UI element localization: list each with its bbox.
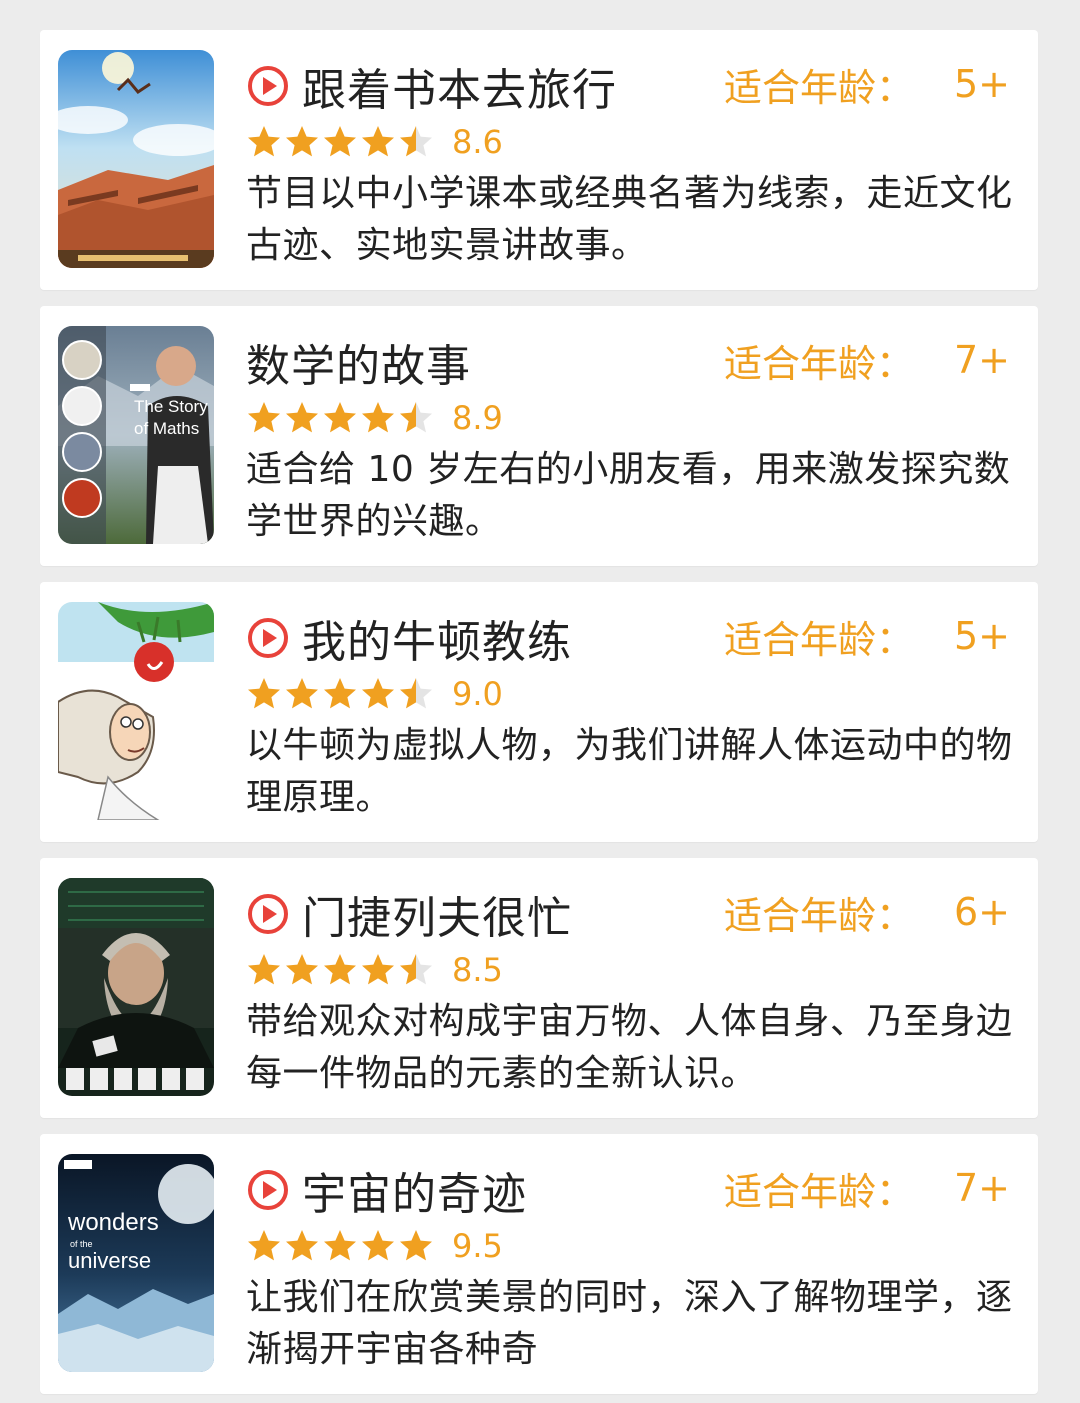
star-half-icon [400, 126, 432, 157]
star-rating [246, 124, 436, 160]
show-description: 以牛顿为虚拟人物，为我们讲解人体运动中的物理原理。 [246, 725, 1013, 818]
star-full-icon [324, 126, 356, 157]
age-value: 7+ [953, 338, 1010, 382]
show-title[interactable]: 宇宙的奇迹 [302, 1158, 527, 1222]
poster-image-maths: The Story of Maths [58, 326, 214, 544]
star-full-icon [248, 954, 280, 985]
poster-title-line1: The Story [134, 397, 208, 416]
text-fade-overlay [630, 1322, 1038, 1374]
star-full-icon [324, 402, 356, 433]
age-value: 6+ [953, 890, 1010, 934]
recommendation-list: 跟着书本去旅行 适合年龄： 5+ 8.6 节目以中小学课本或经典名著为线索，走近… [0, 0, 1080, 1403]
show-description: 带给观众对构成宇宙万物、人体自身、乃至身边每一件物品的元素的全新认识。 [246, 1001, 1013, 1094]
rating-row: 8.5 [246, 948, 503, 992]
star-half-icon [400, 954, 432, 985]
rating-score: 8.9 [452, 399, 503, 437]
play-icon[interactable] [246, 616, 290, 660]
show-card[interactable]: wonders of the universe 宇宙的奇迹 适合年龄： 7+ 9… [40, 1134, 1038, 1394]
age-label: 适合年龄： [723, 617, 914, 662]
rating-row: 9.5 [246, 1224, 503, 1268]
poster-image-wonders: wonders of the universe [58, 1154, 214, 1372]
star-rating [246, 676, 436, 712]
star-full-icon [248, 1230, 280, 1261]
star-full-icon [286, 954, 318, 985]
star-full-icon [362, 402, 394, 433]
star-full-icon [286, 678, 318, 709]
age-value: 5+ [953, 614, 1010, 658]
star-full-icon [286, 126, 318, 157]
title-row: 跟着书本去旅行 [246, 58, 617, 116]
show-poster[interactable]: wonders of the universe [58, 1154, 214, 1372]
rating-row: 8.9 [246, 396, 503, 440]
title-row: 宇宙的奇迹 [246, 1162, 527, 1220]
age-rating: 适合年龄： 7+ [724, 336, 1010, 386]
star-full-icon [248, 402, 280, 433]
play-icon[interactable] [246, 1168, 290, 1212]
age-label: 适合年龄： [723, 341, 914, 386]
star-full-icon [362, 678, 394, 709]
show-title[interactable]: 我的牛顿教练 [302, 606, 572, 670]
show-poster[interactable]: The Story of Maths [58, 326, 214, 544]
star-rating [246, 400, 436, 436]
poster-title-line2: of Maths [134, 419, 199, 438]
show-card[interactable]: 门捷列夫很忙 适合年龄： 6+ 8.5 带给观众对构成宇宙万物、人体自身、乃至身… [40, 858, 1038, 1118]
star-full-icon [324, 678, 356, 709]
age-rating: 适合年龄： 5+ [724, 60, 1010, 110]
rating-score: 8.5 [452, 951, 503, 989]
age-value: 7+ [953, 1166, 1010, 1210]
poster-title-universe: universe [68, 1248, 151, 1273]
star-full-icon [400, 1230, 432, 1261]
title-row: 门捷列夫很忙 [246, 886, 572, 944]
rating-score: 8.6 [452, 123, 503, 161]
star-full-icon [324, 954, 356, 985]
star-rating [246, 952, 436, 988]
show-title[interactable]: 门捷列夫很忙 [302, 882, 572, 946]
age-label: 适合年龄： [723, 65, 914, 110]
star-full-icon [362, 954, 394, 985]
poster-image-newton [58, 602, 214, 820]
poster-image-mendeleev [58, 878, 214, 1096]
show-description: 节目以中小学课本或经典名著为线索，走近文化古迹、实地实景讲故事。 [246, 173, 1013, 266]
show-card[interactable]: 我的牛顿教练 适合年龄： 5+ 9.0 以牛顿为虚拟人物，为我们讲解人体运动中的… [40, 582, 1038, 842]
star-half-icon [400, 402, 432, 433]
star-half-icon [400, 678, 432, 709]
show-poster[interactable] [58, 602, 214, 820]
star-full-icon [324, 1230, 356, 1261]
play-icon[interactable] [246, 892, 290, 936]
star-rating [246, 1228, 436, 1264]
poster-image-travel [58, 50, 214, 268]
star-full-icon [286, 1230, 318, 1261]
age-label: 适合年龄： [723, 1169, 914, 1214]
play-icon[interactable] [246, 64, 290, 108]
age-label: 适合年龄： [723, 893, 914, 938]
show-title[interactable]: 数学的故事 [246, 330, 471, 394]
rating-score: 9.5 [452, 1227, 503, 1265]
rating-row: 8.6 [246, 120, 503, 164]
age-rating: 适合年龄： 6+ [724, 888, 1010, 938]
poster-title-main: wonders [67, 1209, 159, 1236]
title-row: 我的牛顿教练 [246, 610, 572, 668]
age-rating: 适合年龄： 5+ [724, 612, 1010, 662]
age-value: 5+ [953, 62, 1010, 106]
show-card[interactable]: The Story of Maths 数学的故事 适合年龄： 7+ 8.9 适合… [40, 306, 1038, 566]
star-full-icon [362, 126, 394, 157]
rating-score: 9.0 [452, 675, 503, 713]
star-full-icon [248, 678, 280, 709]
show-poster[interactable] [58, 878, 214, 1096]
star-full-icon [248, 126, 280, 157]
star-full-icon [362, 1230, 394, 1261]
show-title[interactable]: 跟着书本去旅行 [302, 54, 617, 118]
title-row: 数学的故事 [246, 334, 471, 392]
show-description: 适合给 10 岁左右的小朋友看，用来激发探究数学世界的兴趣。 [246, 449, 1011, 542]
star-full-icon [286, 402, 318, 433]
age-rating: 适合年龄： 7+ [724, 1164, 1010, 1214]
show-poster[interactable] [58, 50, 214, 268]
show-card[interactable]: 跟着书本去旅行 适合年龄： 5+ 8.6 节目以中小学课本或经典名著为线索，走近… [40, 30, 1038, 290]
rating-row: 9.0 [246, 672, 503, 716]
